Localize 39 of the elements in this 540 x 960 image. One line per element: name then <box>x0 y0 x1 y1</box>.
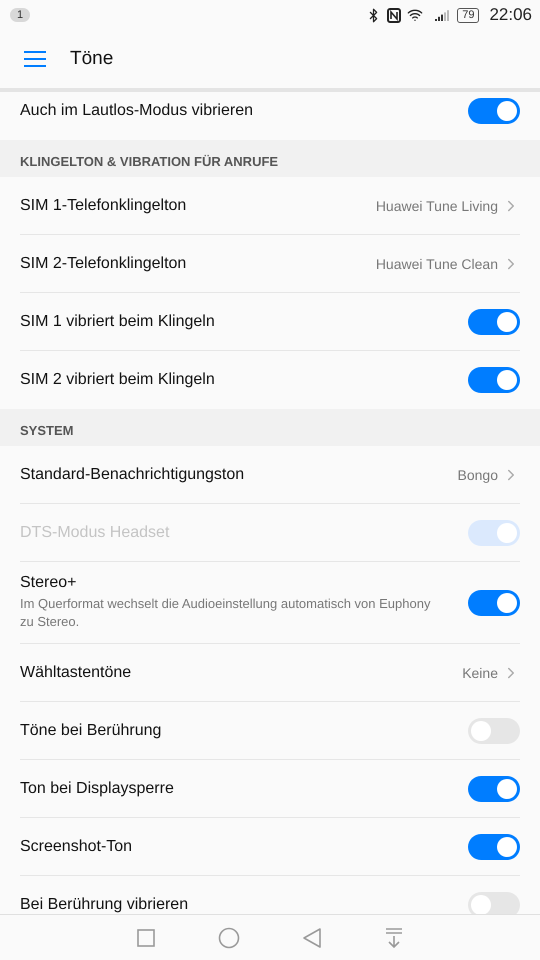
setting-description: Im Querformat wechselt die Audioeinstellung automatisch von Euphony zu Stereo. <box>20 595 432 631</box>
toggle-switch[interactable] <box>468 776 520 802</box>
page-title: Töne <box>70 48 114 70</box>
toggle-switch[interactable] <box>468 367 520 393</box>
setting-label: Standard-Benachrichtigungston <box>20 466 246 484</box>
setting-value-link[interactable]: Huawei Tune Clean <box>376 254 520 272</box>
setting-label: Bei Berührung vibrieren <box>20 896 190 914</box>
wifi-icon <box>407 7 424 23</box>
setting-label: Wähltastentöne <box>20 664 132 682</box>
setting-label: Screenshot-Ton <box>20 838 134 856</box>
setting-value-link[interactable]: Huawei Tune Living <box>376 196 520 214</box>
notification-badge: 1 <box>10 8 30 22</box>
notification-drawer-button[interactable] <box>384 926 404 948</box>
setting-label: Stereo+ <box>20 574 78 592</box>
battery-indicator: 79 <box>457 8 480 22</box>
signal-icon <box>435 9 452 21</box>
setting-label: SIM 2-Telefonklingelton <box>20 254 188 272</box>
setting-label: SIM 1 vibriert beim Klingeln <box>20 312 216 330</box>
toggle-switch[interactable] <box>468 98 520 124</box>
toggle-switch[interactable] <box>468 718 520 744</box>
clock-time: 22:06 <box>489 5 532 25</box>
nfc-icon <box>387 8 402 22</box>
toggle-switch[interactable] <box>468 590 520 616</box>
setting-value-link[interactable]: Keine <box>462 664 520 682</box>
menu-button[interactable] <box>23 50 47 68</box>
toggle-switch[interactable] <box>468 308 520 334</box>
setting-label: SIM 1-Telefonklingelton <box>20 196 188 214</box>
back-button[interactable] <box>302 926 322 948</box>
home-button[interactable] <box>218 926 240 948</box>
toggle-switch[interactable] <box>468 834 520 860</box>
setting-label: Ton bei Displaysperre <box>20 780 175 798</box>
toggle-switch[interactable] <box>468 892 520 914</box>
section-header: SYSTEM <box>0 409 540 446</box>
section-header: KLINGELTON & VIBRATION FÜR ANRUFE <box>0 140 540 177</box>
recents-button[interactable] <box>136 928 156 948</box>
setting-label: Töne bei Berührung <box>20 722 162 740</box>
setting-label: SIM 2 vibriert beim Klingeln <box>20 371 216 389</box>
setting-label: Auch im Lautlos-Modus vibrieren <box>20 102 254 120</box>
setting-value-link[interactable]: Bongo <box>458 466 520 484</box>
